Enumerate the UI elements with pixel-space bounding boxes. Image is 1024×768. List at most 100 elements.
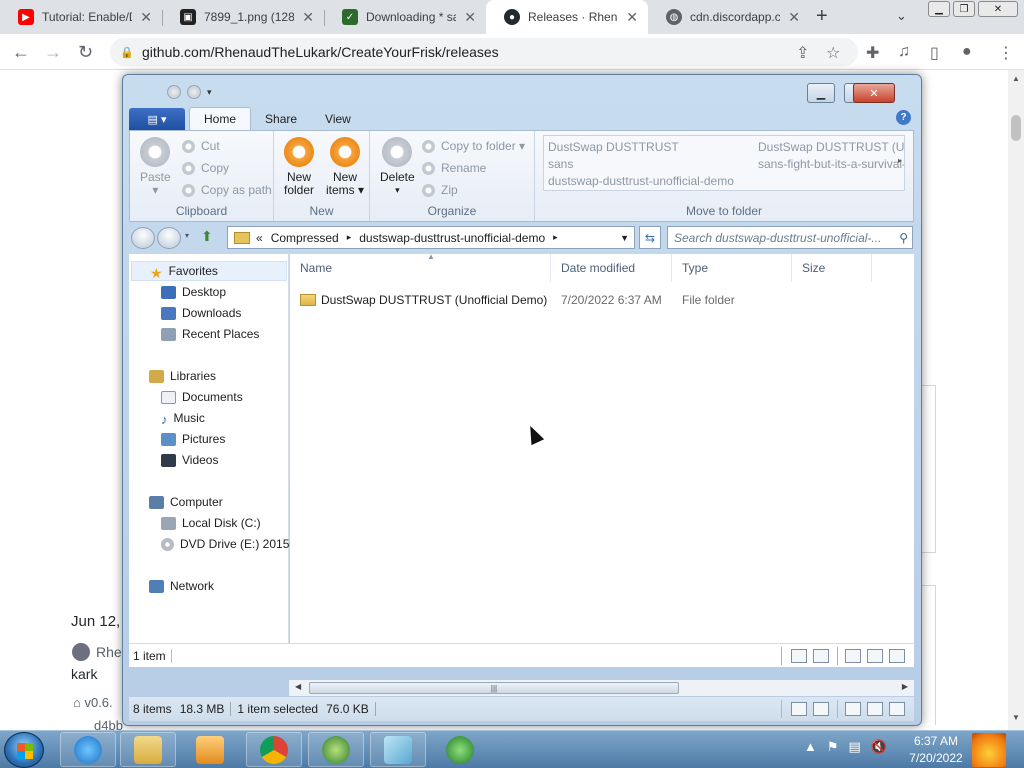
close-tab-icon[interactable]: ✕ [140, 9, 152, 26]
preview-view-icon[interactable] [813, 702, 829, 716]
close-tab-icon[interactable]: ✕ [626, 9, 638, 26]
rename-button[interactable]: Rename [422, 161, 486, 175]
browser-tab[interactable]: ✓ Downloading * sa ✕ [324, 0, 486, 34]
scrollbar-thumb[interactable]: ||| [309, 682, 679, 694]
media-control-icon[interactable]: ♫ [898, 43, 910, 61]
breadcrumb[interactable]: dustswap-dusttrust-unofficial-demo [359, 231, 545, 245]
internet-explorer-taskbar-button[interactable] [60, 732, 116, 767]
gallery-item[interactable]: DustSwap DUSTTRUST [548, 140, 679, 154]
back-button[interactable] [131, 227, 155, 249]
layout-icon-3[interactable] [889, 702, 905, 716]
nav-documents[interactable]: Documents [161, 387, 243, 407]
nav-dvd-drive[interactable]: DVD Drive (E:) 20150 [161, 534, 296, 554]
cut-button[interactable]: Cut [182, 139, 220, 153]
search-input[interactable]: Search dustswap-dusttrust-unofficial-...… [667, 226, 913, 249]
browser-tab[interactable]: ▣ 7899_1.png (1280 ✕ [162, 0, 324, 34]
nav-pictures[interactable]: Pictures [161, 429, 225, 449]
recent-locations-chevron-icon[interactable]: ▾ [185, 231, 189, 240]
copy-as-path-button[interactable]: Copy as path [182, 183, 272, 197]
download-manager-taskbar-button[interactable] [432, 732, 488, 767]
column-header-size[interactable]: Size [792, 254, 872, 282]
qat-new-folder-icon[interactable] [187, 85, 201, 99]
close-tab-icon[interactable]: ✕ [302, 9, 314, 26]
back-arrow-icon[interactable]: ← [12, 42, 30, 63]
tab-search-chevron-icon[interactable]: ⌄ [896, 8, 907, 24]
show-hidden-icons-icon[interactable]: ▲ [804, 739, 817, 755]
help-icon[interactable]: ? [896, 110, 911, 125]
breadcrumb[interactable]: Compressed [271, 231, 339, 245]
browser-tab[interactable]: ▶ Tutorial: Enable/D ✕ [0, 0, 162, 34]
share-icon[interactable]: ⇪ [796, 43, 809, 63]
minimize-window-button[interactable]: ▁ [807, 83, 835, 103]
zip-button[interactable]: Zip [422, 183, 458, 197]
release-author[interactable]: Rhen [72, 643, 129, 661]
extensions-icon[interactable]: ✚ [866, 43, 879, 63]
layout-icon-2[interactable] [867, 702, 883, 716]
notepad-taskbar-button[interactable] [370, 732, 426, 767]
address-bar[interactable]: « Compressed ▸ dustswap-dusttrust-unoffi… [227, 226, 635, 249]
forward-button[interactable] [157, 227, 181, 249]
menu-kebab-icon[interactable]: ⋮ [998, 43, 1014, 63]
refresh-button[interactable]: ⇆ [639, 226, 661, 249]
gallery-item[interactable]: dustswap-dusttrust-unofficial-demo [548, 174, 734, 188]
close-browser-button[interactable]: ✕ [978, 1, 1018, 17]
gallery-item[interactable]: sans [548, 157, 573, 171]
qat-customize-chevron-icon[interactable]: ▾ [207, 87, 212, 98]
show-desktop-button[interactable] [972, 733, 1006, 767]
windows-taskbar-button[interactable] [308, 732, 364, 767]
page-scrollbar[interactable]: ▲ ▼ [1008, 70, 1024, 730]
network-tray-icon[interactable]: ▤ [849, 739, 861, 755]
details-view-icon[interactable] [791, 649, 807, 663]
column-header-date[interactable]: Date modified [551, 254, 672, 282]
chrome-taskbar-button[interactable] [246, 732, 302, 767]
nav-network[interactable]: Network [149, 576, 214, 596]
nav-videos[interactable]: Videos [161, 450, 218, 470]
nav-favorites[interactable]: ★ Favorites [131, 261, 287, 281]
layout-icon-1[interactable] [845, 702, 861, 716]
copy-button[interactable]: Copy [182, 161, 229, 175]
delete-button[interactable]: Delete ▾ [380, 137, 415, 197]
address-dropdown-icon[interactable]: ▼ [620, 233, 629, 243]
nav-local-disk[interactable]: Local Disk (C:) [161, 513, 261, 533]
file-row[interactable]: DustSwap DUSTTRUST (Unofficial Demo) 7/2… [300, 290, 900, 310]
profile-avatar-icon[interactable]: ● [962, 43, 972, 61]
nav-libraries[interactable]: Libraries [149, 366, 216, 386]
layout-icon-2[interactable] [867, 649, 883, 663]
side-panel-icon[interactable]: ▯ [930, 43, 939, 63]
close-tab-icon[interactable]: ✕ [788, 9, 800, 26]
address-bar[interactable]: 🔒 github.com/RhenaudTheLukark/CreateYour… [110, 38, 858, 66]
details-view-icon[interactable] [791, 702, 807, 716]
new-items-button[interactable]: New items ▾ [326, 137, 364, 197]
new-folder-button[interactable]: New folder [284, 137, 314, 197]
bookmark-star-icon[interactable]: ☆ [826, 43, 840, 63]
forward-arrow-icon[interactable]: → [44, 42, 62, 63]
move-to-folder-gallery[interactable]: DustSwap DUSTTRUST sans dustswap-dusttru… [543, 135, 905, 191]
close-window-button[interactable]: ✕ [853, 83, 895, 103]
scroll-right-icon[interactable]: ▶ [902, 682, 908, 691]
taskbar-clock[interactable]: 6:37 AM 7/20/2022 [906, 733, 966, 767]
gallery-item[interactable]: DustSwap DUSTTRUST (Unofficial [758, 140, 904, 154]
nav-computer[interactable]: Computer [149, 492, 223, 512]
restore-browser-button[interactable]: ❐ [953, 1, 975, 17]
browser-tab-active[interactable]: ● Releases · Rhenau ✕ [486, 0, 648, 34]
release-tag[interactable]: ⌂ v0.6. [73, 695, 113, 710]
nav-music[interactable]: ♪ Music [161, 408, 205, 428]
nav-downloads[interactable]: Downloads [161, 303, 241, 323]
media-player-taskbar-button[interactable] [182, 732, 238, 767]
reload-icon[interactable]: ↻ [78, 42, 93, 63]
horizontal-scrollbar[interactable]: ◀ ||| ▶ [289, 680, 914, 696]
volume-muted-icon[interactable]: 🔇 [871, 739, 887, 755]
tab-home[interactable]: Home [189, 107, 252, 130]
column-header-name[interactable]: Name [290, 254, 551, 282]
close-tab-icon[interactable]: ✕ [464, 9, 476, 26]
tab-share[interactable]: Share [251, 108, 311, 130]
minimize-browser-button[interactable]: ▁ [928, 1, 950, 17]
column-header-type[interactable]: Type [672, 254, 792, 282]
layout-icon-1[interactable] [845, 649, 861, 663]
gallery-item[interactable]: sans-fight-but-its-a-survival-f [758, 157, 904, 171]
browser-tab[interactable]: ◍ cdn.discordapp.co ✕ [648, 0, 810, 34]
tab-view[interactable]: View [311, 108, 365, 130]
action-center-flag-icon[interactable]: ⚑ [827, 739, 839, 755]
start-button[interactable] [4, 732, 44, 768]
new-tab-button[interactable]: + [816, 5, 828, 28]
